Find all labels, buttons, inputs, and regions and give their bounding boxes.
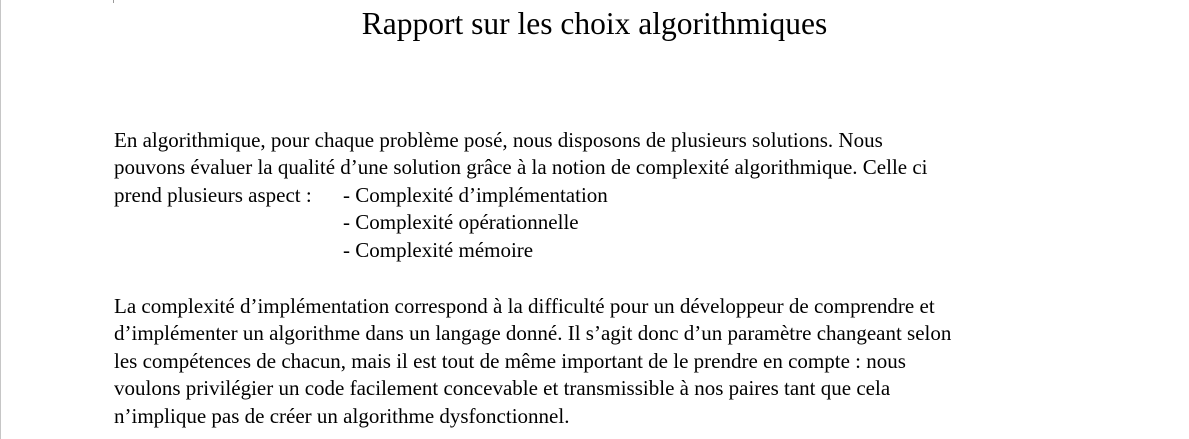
implementation-line-1: La complexité d’implémentation correspon…	[114, 294, 935, 318]
intro-line-2: pouvons évaluer la qualité d’une solutio…	[114, 155, 928, 180]
implementation-line-3: les compétences de chacun, mais il est t…	[114, 348, 906, 373]
document-title: Rapport sur les choix algorithmiques	[361, 6, 828, 41]
document-page: Rapport sur les choix algorithmiques En …	[0, 0, 1189, 439]
implementation-line-4: voulons privilégier un code facilement c…	[114, 376, 891, 401]
list-item-operational: - Complexité opérationnelle	[343, 210, 579, 235]
implementation-paragraph: La complexité d’implémentation correspon…	[114, 293, 1074, 430]
implementation-line-5: n’implique pas de créer un algorithme dy…	[114, 403, 570, 428]
intro-list-first-line: prend plusieurs aspect : - Complexité d’i…	[114, 182, 1074, 209]
list-lead-text: prend plusieurs aspect :	[114, 182, 312, 207]
intro-line-1: En algorithmique, pour chaque problème p…	[114, 128, 883, 152]
page-margin-mark	[113, 0, 114, 3]
intro-paragraph: En algorithmique, pour chaque problème p…	[114, 127, 1074, 264]
page-left-edge	[0, 0, 1, 439]
list-item-implementation: - Complexité d’implémentation	[343, 182, 608, 207]
list-item-memory: - Complexité mémoire	[343, 237, 534, 262]
implementation-line-2: d’implémenter un algorithme dans un lang…	[114, 321, 952, 346]
